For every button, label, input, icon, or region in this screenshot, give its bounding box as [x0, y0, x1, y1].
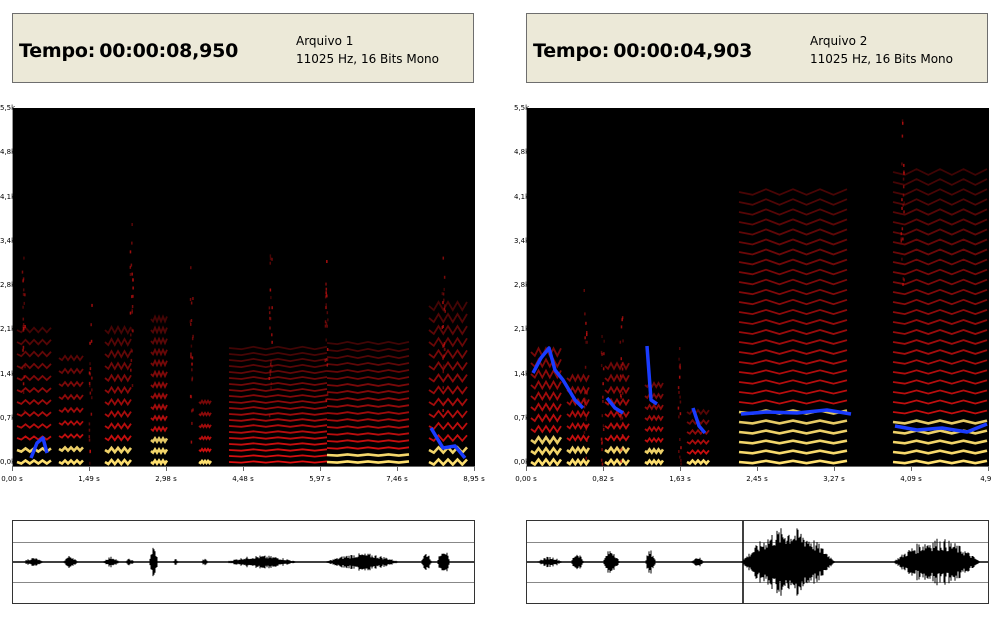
- y-tick-label: 0,0k: [514, 458, 530, 466]
- analysis-panel-1: Tempo: 00:00:08,950 Arquivo 1 11025 Hz, 1…: [0, 0, 485, 619]
- waveform-1[interactable]: [12, 520, 475, 604]
- x-tick-mark: [166, 466, 167, 471]
- y-tick-label: 0,0k: [0, 458, 16, 466]
- y-tick-label: 5,5k: [0, 104, 16, 112]
- x-tick-mark: [12, 466, 13, 471]
- x-tick-label: 2,45 s: [746, 475, 768, 483]
- x-tick-mark: [474, 466, 475, 471]
- x-tick-label: 3,27 s: [823, 475, 845, 483]
- waveform-image: [13, 547, 474, 577]
- waveform-image: [527, 521, 988, 603]
- x-tick-label: 1,63 s: [669, 475, 691, 483]
- spectrogram-1[interactable]: [12, 108, 475, 466]
- x-tick-mark: [911, 466, 912, 471]
- y-tick-label: 3,4k: [0, 236, 16, 245]
- y-tick-label: 1,4k: [0, 369, 16, 378]
- x-tick-label: 8,95 s: [463, 475, 485, 483]
- time-readout: Tempo: 00:00:08,950: [19, 40, 238, 62]
- time-readout: Tempo: 00:00:04,903: [533, 40, 752, 62]
- y-tick-label: 2,8k: [514, 281, 530, 289]
- x-tick-label: 1,49 s: [78, 475, 100, 483]
- x-tick-mark: [988, 466, 989, 471]
- x-tick-mark: [320, 466, 321, 471]
- x-tick-label: 4,48 s: [232, 475, 254, 483]
- time-label: Tempo:: [19, 40, 96, 62]
- y-tick-label: 3,4k: [514, 236, 530, 245]
- x-tick-label: 0,82 s: [592, 475, 614, 483]
- time-value: 00:00:08,950: [99, 40, 239, 62]
- x-tick-label: 4,09 s: [900, 475, 922, 483]
- x-tick-mark: [243, 466, 244, 471]
- y-tick-label: 0,7k: [0, 413, 16, 422]
- x-tick-label: 0,00 s: [515, 475, 537, 483]
- x-tick-mark: [757, 466, 758, 471]
- y-tick-label: 4,1k: [514, 192, 530, 201]
- spectrogram-image: [527, 108, 989, 466]
- waveform-2[interactable]: [526, 520, 989, 604]
- x-tick-label: 5,97 s: [309, 475, 331, 483]
- y-tick-label: 4,8k: [514, 148, 530, 157]
- y-tick-label: 1,4k: [514, 369, 530, 378]
- y-tick-label: 4,1k: [0, 192, 16, 201]
- x-tick-mark: [680, 466, 681, 471]
- x-tick-label: 0,00 s: [1, 475, 23, 483]
- file-name: Arquivo 2: [810, 34, 868, 48]
- x-tick-mark: [526, 466, 527, 471]
- spectrogram-2[interactable]: [526, 108, 989, 466]
- y-tick-label: 2,1k: [514, 325, 530, 334]
- y-tick-label: 2,8k: [0, 281, 16, 289]
- x-tick-label: 4,90: [980, 475, 991, 483]
- info-box-1: Tempo: 00:00:08,950 Arquivo 1 11025 Hz, 1…: [12, 13, 474, 83]
- y-tick-label: 2,1k: [0, 325, 16, 334]
- time-value: 00:00:04,903: [613, 40, 753, 62]
- x-tick-mark: [834, 466, 835, 471]
- x-tick-mark: [603, 466, 604, 471]
- x-tick-mark: [89, 466, 90, 471]
- y-tick-label: 0,7k: [514, 413, 530, 422]
- y-tick-label: 5,5k: [514, 104, 530, 112]
- file-name: Arquivo 1: [296, 34, 354, 48]
- x-tick-label: 7,46 s: [386, 475, 408, 483]
- y-tick-label: 4,8k: [0, 148, 16, 157]
- time-label: Tempo:: [533, 40, 610, 62]
- spectrogram-image: [13, 108, 475, 466]
- x-tick-label: 2,98 s: [155, 475, 177, 483]
- info-box-2: Tempo: 00:00:04,903 Arquivo 2 11025 Hz, 1…: [526, 13, 988, 83]
- file-meta: 11025 Hz, 16 Bits Mono: [296, 52, 440, 66]
- file-meta: 11025 Hz, 16 Bits Mono: [810, 52, 954, 66]
- analysis-panel-2: Tempo: 00:00:04,903 Arquivo 2 11025 Hz, 1…: [514, 0, 991, 619]
- x-tick-mark: [397, 466, 398, 471]
